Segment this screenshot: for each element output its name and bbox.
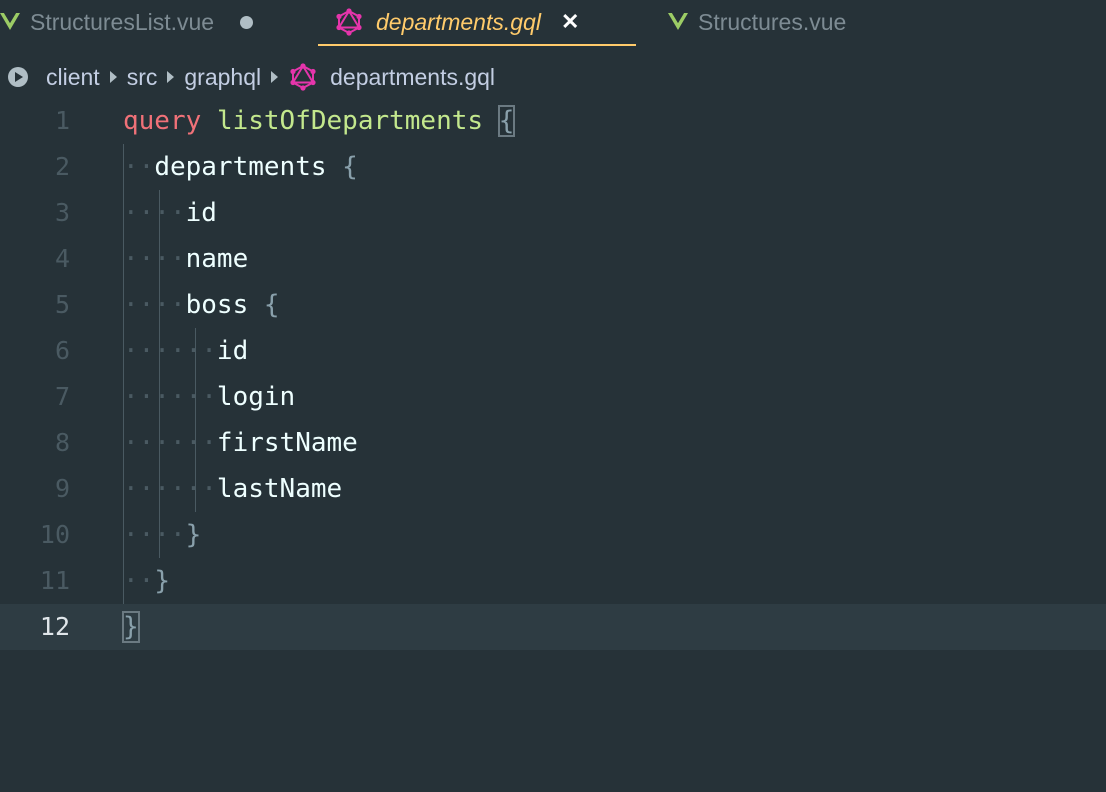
tab-structureslist[interactable]: StructuresList.vue (0, 0, 254, 44)
field-token: name (185, 244, 249, 274)
brace-token: } (122, 611, 140, 643)
code-line: 10 ····} (0, 512, 1106, 558)
line-number: 12 (39, 612, 70, 641)
breadcrumb-item-graphql[interactable]: graphql (184, 64, 261, 91)
field-token: id (216, 336, 249, 366)
whitespace-dots: ······ (123, 382, 217, 412)
vue-icon (668, 13, 688, 30)
code-line-current: 12 } (0, 604, 1106, 650)
field-token: id (185, 198, 217, 228)
code-text: query listOfDepartments { (123, 98, 516, 144)
line-number: 9 (54, 474, 70, 503)
code-text: ····boss { (123, 282, 280, 328)
brace-token: { (342, 152, 358, 182)
brace-token: { (263, 290, 280, 320)
line-number: 1 (54, 106, 70, 135)
modified-dot-icon[interactable] (240, 15, 254, 29)
whitespace-dots: ·· (123, 566, 155, 596)
whitespace-dots: ······ (123, 474, 217, 504)
code-line: 11 ··} (0, 558, 1106, 604)
whitespace-dots: ···· (123, 520, 186, 550)
whitespace-dots: ···· (123, 244, 186, 274)
code-text: ····} (123, 512, 201, 558)
code-line: 1 query listOfDepartments { (0, 98, 1106, 144)
line-number: 7 (54, 382, 70, 411)
whitespace-dots: ·· (123, 152, 155, 182)
code-text: ····id (123, 190, 217, 236)
tab-bar: StructuresList.vue departments.gql ✕ Str… (0, 0, 1106, 46)
line-number: 2 (54, 152, 70, 181)
line-number: 4 (54, 244, 70, 273)
code-text: ··departments { (123, 144, 358, 190)
line-number: 6 (54, 336, 70, 365)
line-number: 5 (54, 290, 70, 319)
field-token: firstName (216, 428, 358, 458)
tab-structures[interactable]: Structures.vue (668, 0, 846, 44)
vue-icon (0, 13, 20, 30)
breadcrumb-item-file[interactable]: departments.gql (330, 64, 495, 91)
code-line: 6 ······id (0, 328, 1106, 374)
code-text: ······login (123, 374, 295, 420)
code-text: ······lastName (123, 466, 342, 512)
whitespace-dots: ···· (123, 198, 186, 228)
whitespace-dots: ······ (123, 428, 217, 458)
chevron-right-icon (109, 71, 117, 83)
chevron-right-icon (271, 71, 279, 83)
tab-label: departments.gql (376, 8, 541, 35)
tab-departments[interactable]: departments.gql ✕ (318, 0, 636, 46)
code-line: 8 ······firstName (0, 420, 1106, 466)
breadcrumb-item-client[interactable]: client (46, 64, 100, 91)
line-number: 3 (54, 198, 70, 227)
code-line: 3 ····id (0, 190, 1106, 236)
brace-token: { (497, 105, 516, 137)
field-token: login (216, 382, 296, 412)
code-text: ······id (123, 328, 248, 374)
tab-label: Structures.vue (698, 8, 847, 35)
brace-token: } (185, 520, 202, 550)
graphql-icon (336, 8, 362, 36)
close-icon[interactable]: ✕ (561, 9, 579, 35)
code-line: 9 ······lastName (0, 466, 1106, 512)
graphql-icon (290, 63, 316, 91)
code-text: ····name (123, 236, 248, 282)
line-number: 11 (39, 566, 70, 595)
field-token: lastName (216, 474, 343, 504)
code-line: 4 ····name (0, 236, 1106, 282)
whitespace-dots: ···· (123, 290, 186, 320)
code-line: 2 ··departments { (0, 144, 1106, 190)
code-line: 7 ······login (0, 374, 1106, 420)
field-token: boss (185, 290, 249, 320)
tab-label: StructuresList.vue (30, 8, 215, 35)
operation-name-token: listOfDepartments (216, 106, 484, 136)
line-number: 10 (39, 520, 70, 549)
chevron-right-icon (167, 71, 175, 83)
code-text: ··} (123, 558, 170, 604)
code-text: } (122, 604, 140, 650)
code-editor[interactable]: 1 query listOfDepartments { 2 ··departme… (0, 98, 1106, 792)
field-token: departments (154, 152, 327, 182)
play-circle-icon[interactable] (7, 66, 29, 88)
brace-token: } (154, 566, 170, 596)
whitespace-dots: ······ (123, 336, 217, 366)
code-text: ······firstName (123, 420, 358, 466)
keyword-token: query (123, 106, 202, 136)
breadcrumb: client src graphql departments.gql (0, 56, 1106, 98)
breadcrumb-item-src[interactable]: src (127, 64, 158, 91)
line-number: 8 (54, 428, 70, 457)
code-line: 5 ····boss { (0, 282, 1106, 328)
